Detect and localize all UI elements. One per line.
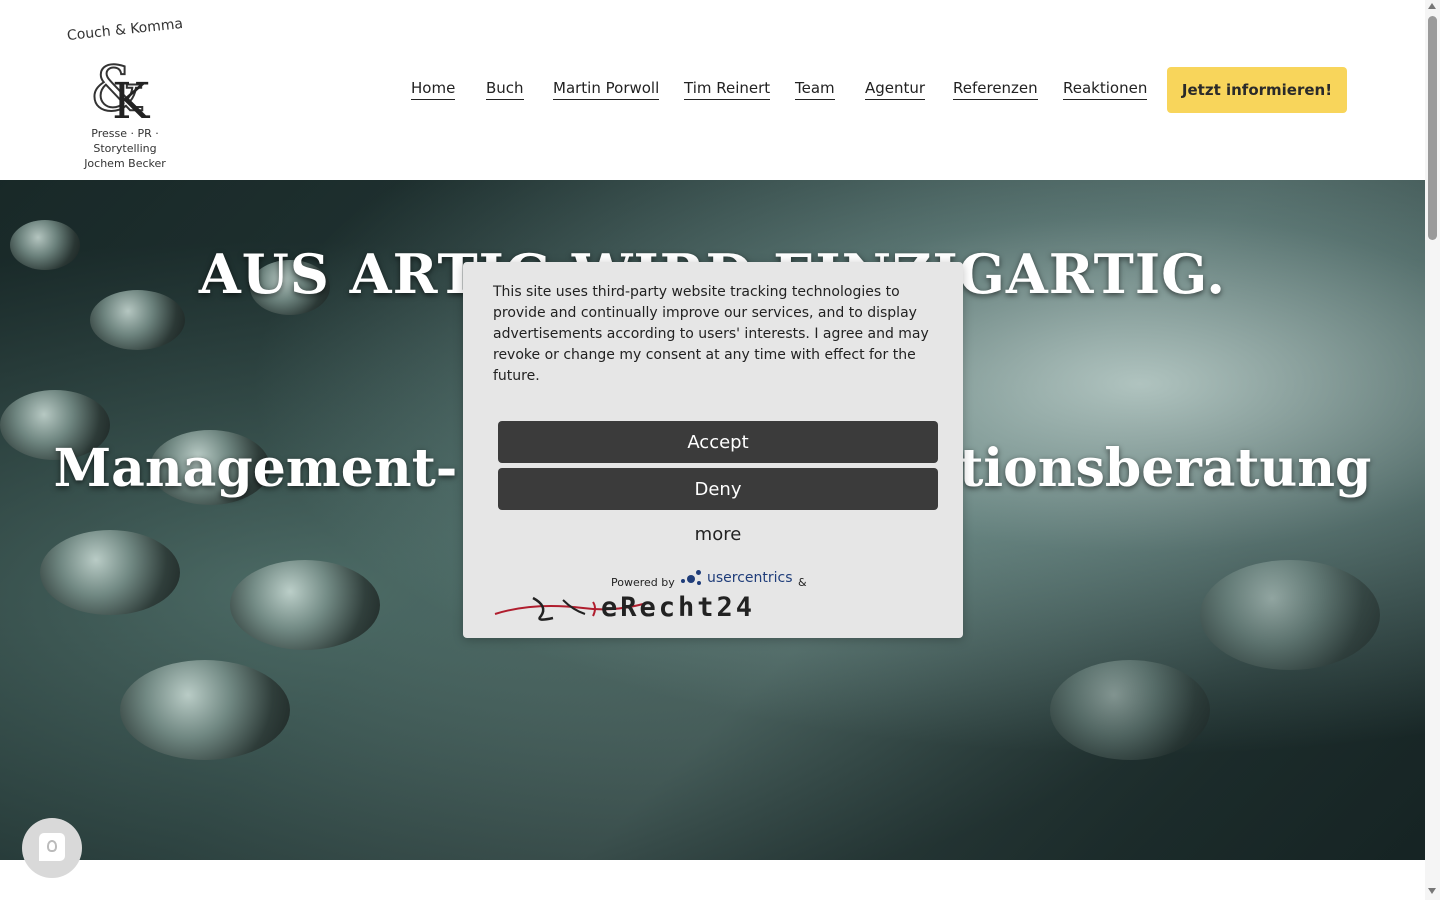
erecht24-text: eRecht24 [601,592,756,623]
accept-button[interactable]: Accept [498,421,938,463]
page-scrollbar[interactable] [1425,0,1440,900]
privacy-settings-button[interactable] [22,818,82,878]
logo[interactable]: Couch & Komma & K Presse · PR · Storytel… [60,16,190,170]
logo-monogram-icon: & K [89,51,151,128]
fingerprint-icon [47,840,57,852]
consent-text: This site uses third-party website track… [493,284,929,384]
powered-by-ampersand: & [798,576,807,589]
nav-item-team[interactable]: Team [795,79,835,100]
scroll-down-arrow-icon[interactable] [1428,888,1436,894]
typewriter-key-decoration [120,660,290,760]
logo-tagline-line1: Presse · PR · Storytelling [91,127,159,155]
site-header: Couch & Komma & K Presse · PR · Storytel… [0,0,1425,180]
scroll-up-arrow-icon[interactable] [1428,3,1436,9]
powered-by: Powered by usercentrics & [463,570,963,594]
logo-top-text: Couch & Komma [66,15,184,45]
typewriter-key-decoration [230,560,380,650]
deny-button[interactable]: Deny [498,468,938,510]
logo-tagline: Presse · PR · Storytelling Jochem Becker [60,126,190,171]
usercentrics-logo[interactable]: usercentrics [681,570,793,586]
logo-tagline-line2: Jochem Becker [84,157,166,170]
typewriter-key-decoration [40,530,180,615]
nav-item-buch[interactable]: Buch [486,79,524,100]
nav-item-home[interactable]: Home [411,79,456,100]
nav-item-reaktionen[interactable]: Reaktionen [1063,79,1148,100]
powered-by-label: Powered by [611,576,675,589]
nav-item-agentur[interactable]: Agentur [865,79,926,100]
typewriter-key-decoration [1200,560,1380,670]
erecht24-logo[interactable]: eRecht24 [493,592,933,623]
usercentrics-dots-icon [681,570,707,586]
nav-item-martin-porwoll[interactable]: Martin Porwoll [553,79,660,100]
scroll-thumb[interactable] [1428,16,1437,240]
typewriter-key-decoration [1050,660,1210,760]
svg-text:K: K [112,72,151,128]
chat-bubble-icon [39,833,65,861]
jetzt-informieren-button[interactable]: Jetzt informieren! [1167,67,1347,113]
more-link[interactable]: more [498,524,938,545]
usercentrics-text: usercentrics [707,570,793,586]
nav-item-referenzen[interactable]: Referenzen [953,79,1038,100]
cookie-consent-dialog: This site uses third-party website track… [463,262,963,638]
nav-item-tim-reinert[interactable]: Tim Reinert [684,79,771,100]
